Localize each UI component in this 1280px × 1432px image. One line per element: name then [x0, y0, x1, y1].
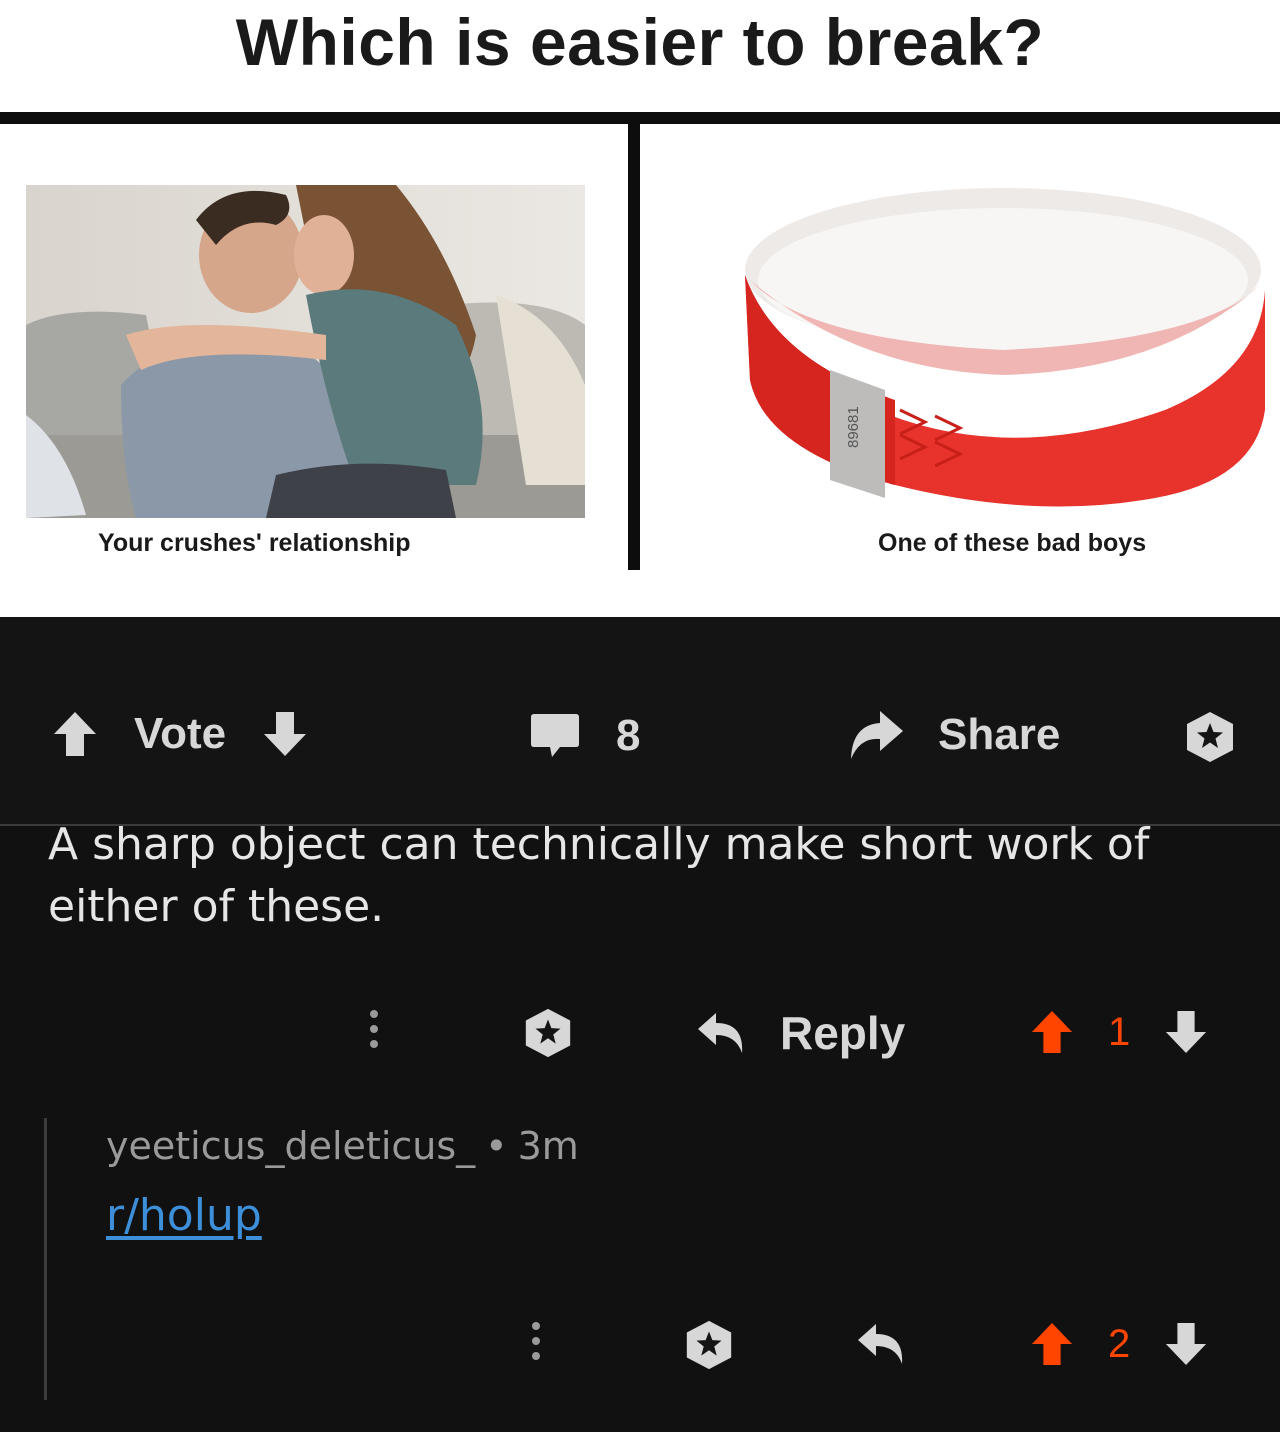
reply-score: 2: [1108, 1321, 1131, 1366]
reply-label: Reply: [780, 1007, 906, 1059]
downvote-arrow-icon[interactable]: [1164, 1008, 1208, 1056]
meta-separator: •: [485, 1124, 508, 1168]
comment-vote-group: 1: [1030, 1008, 1208, 1056]
reply-username[interactable]: yeeticus_deleticus_: [106, 1124, 475, 1168]
award-icon[interactable]: [1182, 709, 1238, 765]
more-options-icon[interactable]: [370, 1010, 378, 1048]
reply-actions: [532, 1322, 540, 1360]
meme-image: Which is easier to break? 89681 Your cru…: [0, 0, 1280, 617]
upvote-arrow-icon[interactable]: [52, 710, 98, 758]
upvote-arrow-icon[interactable]: [1030, 1008, 1074, 1056]
comment-score: 1: [1108, 1009, 1131, 1054]
reply-vote-group: 2: [1030, 1320, 1208, 1368]
share-arrow-icon: [848, 709, 904, 761]
more-options-icon[interactable]: [532, 1322, 540, 1360]
wristband-number: 89681: [845, 406, 862, 448]
reply-age: 3m: [517, 1124, 579, 1168]
comment-reply-button[interactable]: Reply: [696, 1006, 905, 1060]
couple-photo: [26, 185, 585, 518]
comment-actions: [370, 1010, 378, 1048]
post-action-bar: Vote 8 Share: [0, 617, 1280, 825]
left-caption: Your crushes' relationship: [98, 529, 411, 557]
downvote-arrow-icon[interactable]: [262, 710, 308, 758]
downvote-arrow-icon[interactable]: [1164, 1320, 1208, 1368]
thread-line: [44, 1118, 47, 1400]
reply-arrow-icon[interactable]: [856, 1320, 906, 1368]
share-label: Share: [938, 710, 1061, 759]
vote-group: Vote: [52, 709, 308, 759]
wristband-photo: 89681: [735, 180, 1270, 510]
comments-button[interactable]: 8: [530, 711, 640, 761]
meme-vertical-divider: [628, 124, 640, 570]
share-button[interactable]: Share: [848, 709, 1060, 761]
subreddit-link[interactable]: r/holup: [106, 1190, 262, 1241]
comment-count: 8: [616, 711, 641, 760]
reply-meta: yeeticus_deleticus_ • 3m: [106, 1124, 579, 1168]
upvote-arrow-icon[interactable]: [1030, 1320, 1074, 1368]
right-caption: One of these bad boys: [878, 529, 1147, 557]
comment-body: A sharp object can technically make shor…: [48, 819, 1150, 932]
meme-horizontal-divider: [0, 112, 1280, 124]
comment-bubble-icon: [530, 712, 580, 760]
meme-title: Which is easier to break?: [235, 5, 1045, 79]
reply-award-icon[interactable]: [682, 1318, 736, 1372]
comment-award-icon[interactable]: [521, 1006, 575, 1060]
vote-label: Vote: [134, 709, 227, 758]
reply-arrow-icon: [696, 1009, 746, 1057]
